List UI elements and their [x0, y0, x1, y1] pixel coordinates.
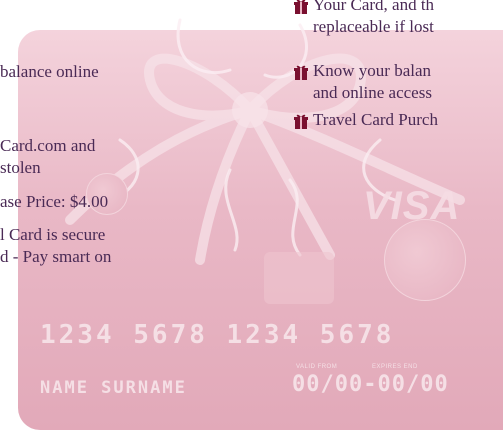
left-text-line: d - Pay smart on: [0, 247, 112, 266]
left-text-line: balance online: [0, 62, 99, 81]
right-text-line: Travel Card Purch: [313, 110, 438, 129]
gift-card-promo: VISA 1234 5678 1234 5678 VALID FROM EXPI…: [0, 0, 503, 445]
gift-icon: [294, 65, 308, 80]
card-dates: 00/00-00/00: [292, 372, 449, 397]
left-text-line: stolen: [0, 158, 41, 177]
card-number: 1234 5678 1234 5678: [40, 320, 395, 350]
left-text-line: l Card is secure: [0, 225, 106, 244]
right-text-line: Your Card, and th: [313, 0, 435, 14]
expires-end-label: EXPIRES END: [372, 364, 418, 370]
valid-from-label: VALID FROM: [296, 364, 338, 370]
visa-logo: VISA: [363, 184, 461, 228]
right-text-line: Know your balan: [313, 61, 432, 80]
gift-icon: [294, 114, 308, 129]
card-hologram-globe: [384, 219, 466, 301]
right-text-line: and online access: [313, 83, 432, 102]
left-text-line: Card.com and: [0, 136, 96, 155]
right-text-line: replaceable if lost: [313, 17, 434, 36]
left-text-line: ase Price: $4.00: [0, 192, 109, 211]
card-chip: [264, 252, 334, 304]
gift-icon: [294, 0, 308, 14]
card-holder-name: NAME SURNAME: [40, 378, 187, 398]
